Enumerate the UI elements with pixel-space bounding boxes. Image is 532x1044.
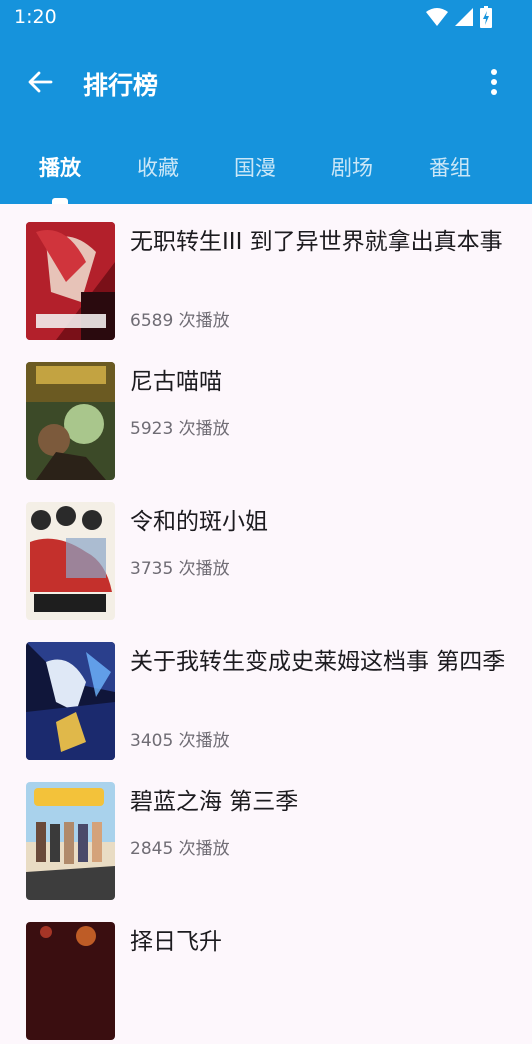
poster-image (26, 782, 115, 900)
battery-icon (480, 6, 492, 28)
list-item[interactable]: 择日飞升 (0, 904, 532, 1044)
item-title: 尼古喵喵 (130, 369, 222, 395)
item-title: 令和的斑小姐 (130, 509, 268, 535)
tab-series[interactable]: 番组 (410, 152, 490, 182)
list-item[interactable]: 尼古喵喵 5923 次播放 (0, 344, 532, 484)
list-item[interactable]: 无职转生III 到了异世界就拿出真本事 6589 次播放 (0, 204, 532, 344)
play-count: 2845 次播放 (130, 839, 230, 859)
item-title: 无职转生III 到了异世界就拿出真本事 (130, 229, 503, 255)
tab-play[interactable]: 播放 (20, 152, 100, 182)
more-vert-icon (491, 69, 497, 95)
tab-bar: 播放 收藏 国漫 剧场 番组 (0, 140, 532, 204)
back-button[interactable] (22, 64, 58, 100)
toolbar: 排行榜 (0, 50, 532, 114)
poster-image (26, 922, 115, 1040)
item-title: 关于我转生变成史莱姆这档事 第四季 (130, 649, 506, 675)
tab-chinese-anime[interactable]: 国漫 (215, 152, 295, 182)
play-count: 6589 次播放 (130, 311, 230, 331)
item-title: 碧蓝之海 第三季 (130, 789, 299, 815)
poster-image (26, 222, 115, 340)
play-count: 3405 次播放 (130, 731, 230, 751)
tab-favorites[interactable]: 收藏 (118, 152, 198, 182)
top-app-bar: 1:20 排行榜 播放 收藏 国漫 剧场 番组 (0, 0, 532, 204)
list-item[interactable]: 关于我转生变成史莱姆这档事 第四季 3405 次播放 (0, 624, 532, 764)
status-time: 1:20 (14, 6, 57, 28)
signal-icon (455, 8, 473, 26)
wifi-icon (426, 8, 448, 26)
status-bar: 1:20 (0, 0, 532, 36)
poster-image (26, 642, 115, 760)
arrow-back-icon (28, 71, 53, 93)
play-count: 3735 次播放 (130, 559, 230, 579)
item-title: 择日飞升 (130, 929, 222, 955)
poster-image (26, 502, 115, 620)
play-count: 5923 次播放 (130, 419, 230, 439)
tab-theater[interactable]: 剧场 (312, 152, 392, 182)
more-options-button[interactable] (482, 64, 506, 100)
page-title: 排行榜 (83, 71, 159, 100)
list-item[interactable]: 令和的斑小姐 3735 次播放 (0, 484, 532, 624)
poster-image (26, 362, 115, 480)
list-item[interactable]: 碧蓝之海 第三季 2845 次播放 (0, 764, 532, 904)
